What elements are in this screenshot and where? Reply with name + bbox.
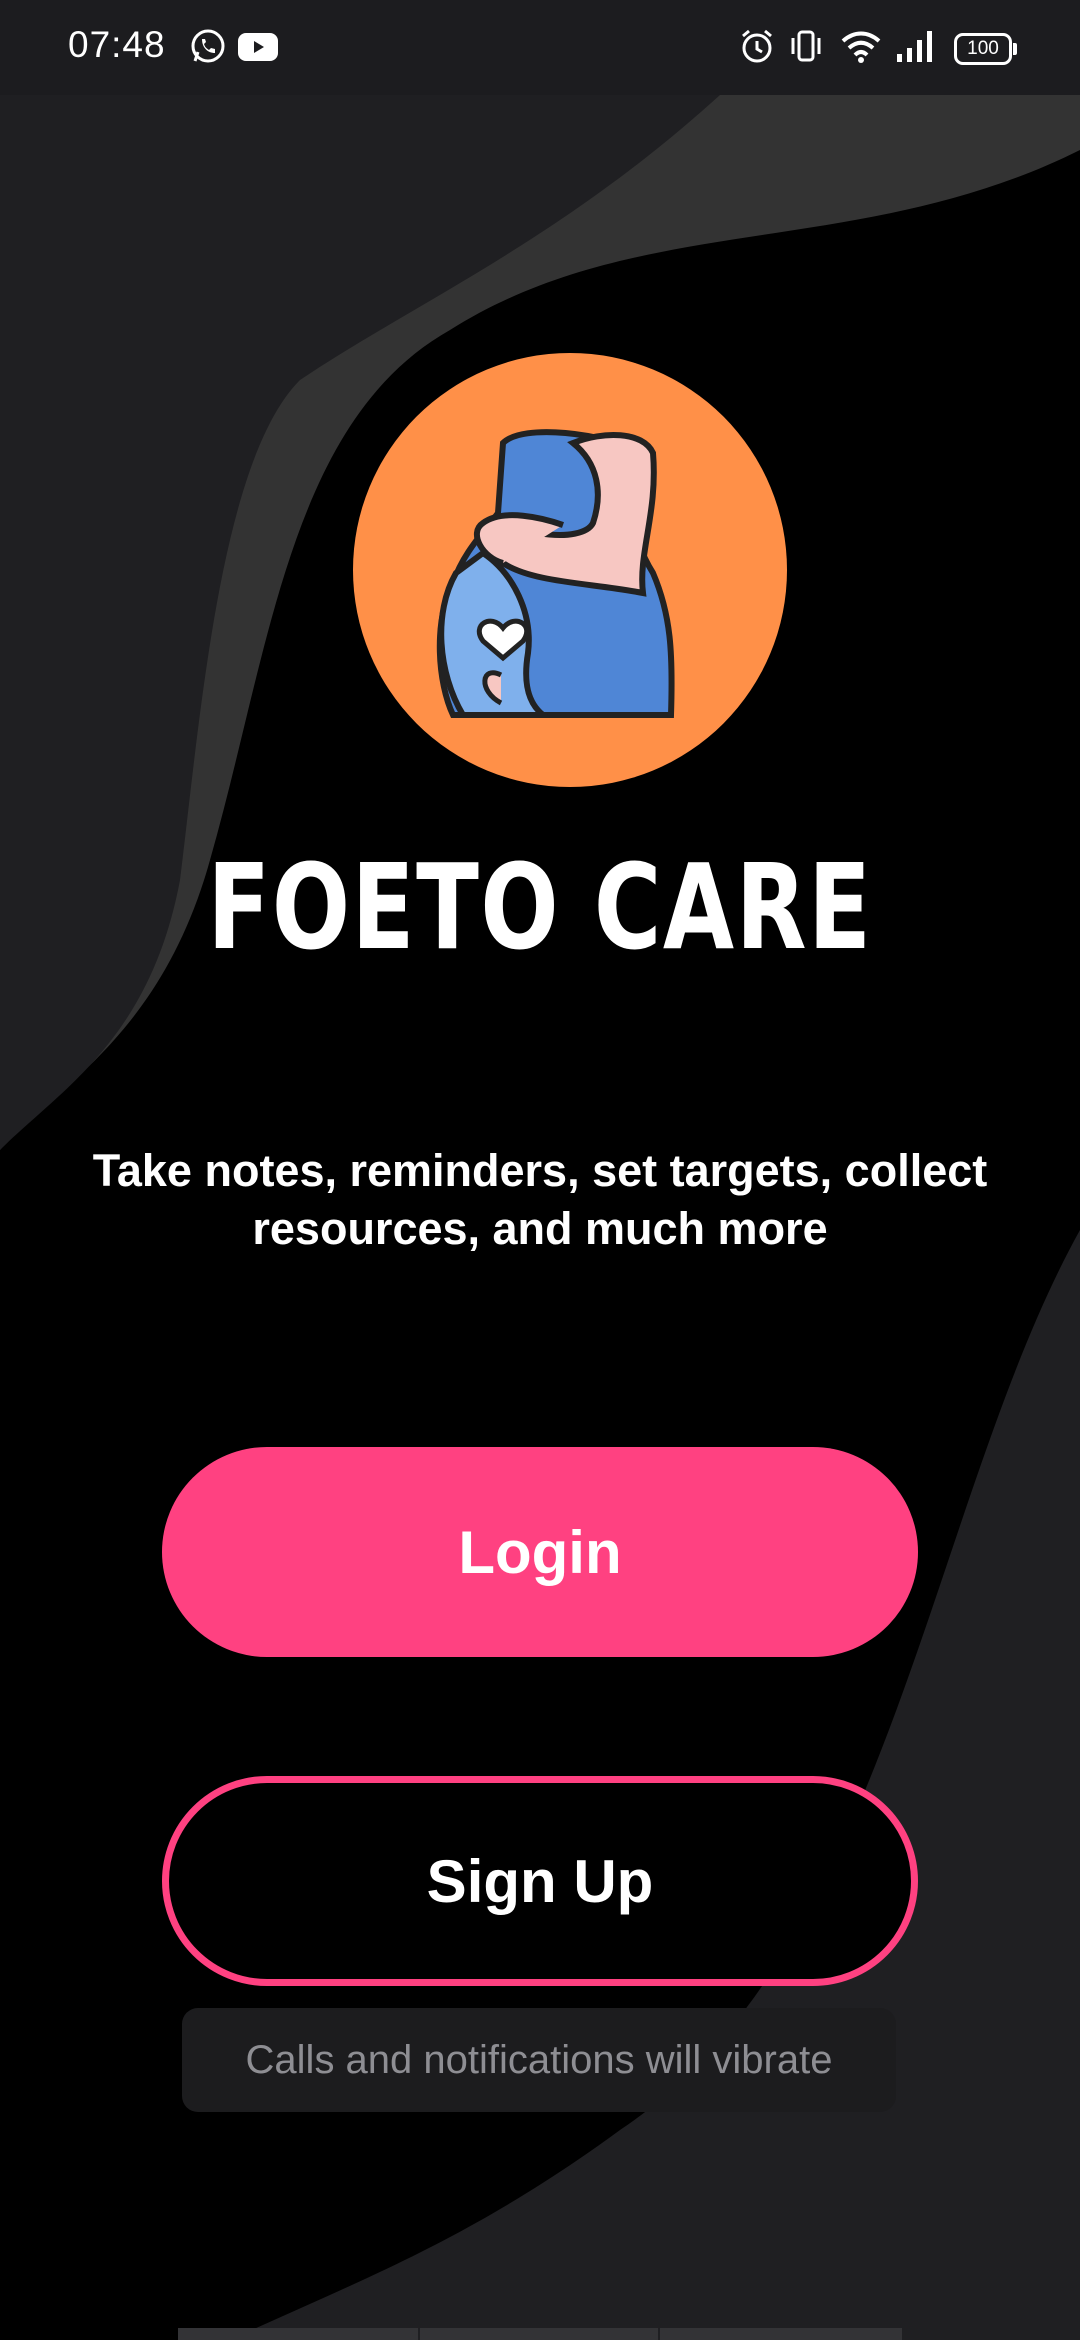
status-bar: 07:48 100 [0, 0, 1080, 95]
alarm-icon [742, 29, 772, 63]
signal-icon [897, 31, 932, 62]
pregnant-woman-icon [353, 353, 787, 787]
signup-button-label: Sign Up [426, 1847, 654, 1915]
nav-bar-segment-left[interactable] [178, 2328, 418, 2340]
toast-notification: Calls and notifications will vibrate [182, 2008, 896, 2112]
app-title: FOETO CARE [207, 838, 873, 976]
whatsapp-icon [191, 29, 225, 63]
login-button[interactable]: Login [162, 1447, 918, 1657]
signup-button[interactable]: Sign Up [162, 1776, 918, 1986]
app-tagline: Take notes, reminders, set targets, coll… [92, 1145, 988, 1254]
nav-bar-segment-right[interactable] [660, 2328, 902, 2340]
nav-bar-segment-middle[interactable] [420, 2328, 658, 2340]
login-button-label: Login [458, 1518, 622, 1586]
vibrate-icon [791, 30, 821, 62]
status-time: 07:48 [68, 24, 166, 65]
battery-indicator: 100 [954, 33, 1017, 65]
youtube-icon [238, 33, 278, 61]
toast-message: Calls and notifications will vibrate [245, 2037, 833, 2082]
wifi-icon [841, 31, 881, 63]
